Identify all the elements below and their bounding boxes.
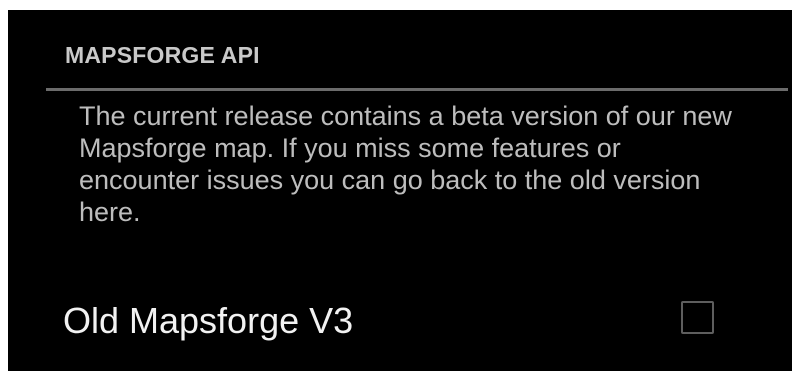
section-description: The current release contains a beta vers… xyxy=(79,101,732,227)
section-header: MAPSFORGE API xyxy=(65,42,260,68)
section-divider xyxy=(46,88,788,91)
preference-row-old-mapsforge[interactable]: Old Mapsforge V3 xyxy=(8,280,792,360)
preference-label: Old Mapsforge V3 xyxy=(63,300,354,341)
old-mapsforge-checkbox[interactable] xyxy=(681,301,714,334)
settings-panel: MAPSFORGE API The current release contai… xyxy=(8,10,792,371)
